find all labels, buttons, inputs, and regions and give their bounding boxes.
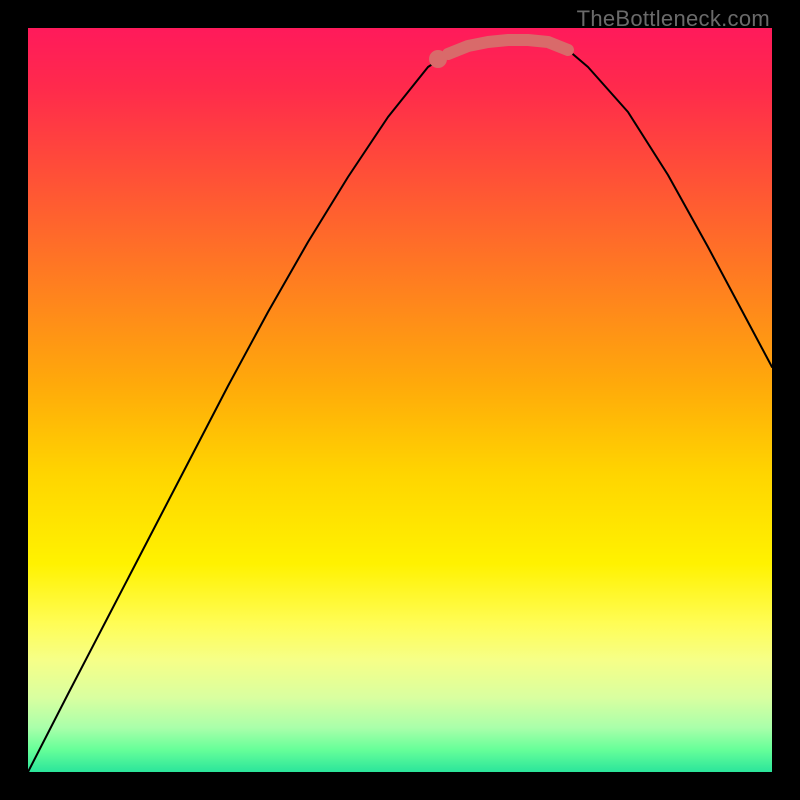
chart-svg bbox=[28, 28, 772, 772]
series-highlight-segment bbox=[448, 40, 568, 54]
chart-frame: TheBottleneck.com bbox=[0, 0, 800, 800]
series-main-curve bbox=[28, 40, 772, 772]
plot-area bbox=[28, 28, 772, 772]
series-highlight-dot-point bbox=[429, 50, 447, 68]
